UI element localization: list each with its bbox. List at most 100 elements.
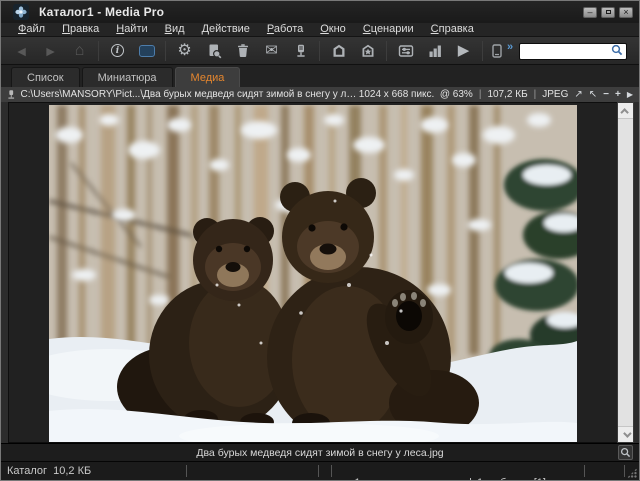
media-info: 1024 x 668 пикс. @ 63% | 107,2 КБ | JPEG… xyxy=(359,89,633,100)
histogram-button[interactable] xyxy=(420,39,449,63)
items-in-list: 1 элементов в списке xyxy=(354,477,464,481)
minimize-button[interactable]: – xyxy=(583,7,597,18)
menu-edit[interactable]: Правка xyxy=(62,23,99,36)
vertical-scrollbar[interactable] xyxy=(617,102,634,443)
caption-bar: Два бурых медведя сидят зимой в снегу у … xyxy=(1,443,639,461)
file-size: 107,2 КБ xyxy=(487,89,527,100)
catalog-size: Каталог 10,2 КБ xyxy=(7,465,91,477)
back-icon: ◄ xyxy=(15,44,29,58)
magnify-tool-button[interactable] xyxy=(618,445,633,460)
media-view-highlight xyxy=(139,45,155,57)
forward-icon: ► xyxy=(44,44,58,58)
resize-grip[interactable] xyxy=(627,468,637,478)
expand-view-button[interactable]: ↗ xyxy=(574,90,582,100)
app-icon xyxy=(13,4,29,20)
device-icon xyxy=(489,42,505,60)
tab-list[interactable]: Список xyxy=(11,67,80,87)
menu-help[interactable]: Справка xyxy=(431,23,474,36)
favorites-box-icon xyxy=(359,42,377,60)
chevrons-icon[interactable]: » xyxy=(507,41,513,53)
home-button[interactable]: ⌂ xyxy=(65,39,94,63)
photo-two-bears-in-snow[interactable] xyxy=(49,105,577,442)
maximize-icon xyxy=(606,10,611,14)
toolbar-separator xyxy=(98,41,99,61)
zoom-in-button[interactable]: + xyxy=(615,90,621,100)
status-separator xyxy=(318,465,319,477)
status-separator xyxy=(331,465,332,477)
slideshow-play-icon: ▶ xyxy=(458,43,470,58)
info-separator: | xyxy=(479,89,482,100)
toolbar-separator xyxy=(482,41,483,61)
menu-make[interactable]: Работа xyxy=(267,23,303,36)
menu-action[interactable]: Действие xyxy=(202,23,250,36)
file-path: C:\Users\MANSORY\Pict...\Два бурых медве… xyxy=(21,89,359,100)
print-button[interactable] xyxy=(286,39,315,63)
device-button[interactable] xyxy=(487,39,507,63)
photo-caption: Два бурых медведя сидят зимой в снегу у … xyxy=(1,447,639,459)
home-icon: ⌂ xyxy=(75,43,85,59)
print-icon xyxy=(292,42,310,60)
archive-box-icon xyxy=(330,42,348,60)
menu-find[interactable]: Найти xyxy=(116,23,147,36)
chevron-up-icon xyxy=(620,108,628,116)
menu-window[interactable]: Окно xyxy=(320,23,346,36)
maximize-button[interactable] xyxy=(601,7,615,18)
view-tab-bar: Список Миниатюра Медиа xyxy=(1,65,639,87)
zoom-out-button[interactable]: − xyxy=(603,90,609,100)
media-view-button[interactable] xyxy=(132,39,161,63)
tab-thumbnails[interactable]: Миниатюра xyxy=(82,67,173,87)
tab-media[interactable]: Медиа xyxy=(175,67,241,87)
document-preview-button[interactable] xyxy=(199,39,228,63)
menu-view[interactable]: Вид xyxy=(165,23,185,36)
menu-scripts[interactable]: Сценарии xyxy=(363,23,414,36)
items-selected: 1 выбрано [1] xyxy=(477,477,546,481)
search-box xyxy=(519,41,627,60)
window-title: Каталог1 - Media Pro xyxy=(39,5,164,19)
settings-button[interactable]: ⚙ xyxy=(170,39,199,63)
info-icon: i xyxy=(111,44,124,57)
status-separator xyxy=(186,465,187,477)
status-bar: Каталог 10,2 КБ 1 элементов в списке | 1 в… xyxy=(1,461,639,480)
slideshow-play-button[interactable]: ▶ xyxy=(449,39,478,63)
trash-icon xyxy=(234,42,252,60)
status-separator xyxy=(584,465,585,477)
mail-icon: ✉ xyxy=(265,43,278,58)
file-format: JPEG xyxy=(542,89,568,100)
toolbar-separator xyxy=(319,41,320,61)
path-bar: C:\Users\MANSORY\Pict...\Два бурых медве… xyxy=(1,87,639,102)
scroll-up-button[interactable] xyxy=(618,103,633,118)
fit-view-button[interactable]: ↖ xyxy=(589,90,597,100)
toolbar-separator xyxy=(386,41,387,61)
trash-button[interactable] xyxy=(228,39,257,63)
status-separator xyxy=(624,465,625,477)
status-pipe: | xyxy=(469,477,472,481)
back-button[interactable]: ◄ xyxy=(7,39,36,63)
gear-icon: ⚙ xyxy=(177,43,191,59)
adjustments-button[interactable] xyxy=(391,39,420,63)
media-canvas[interactable] xyxy=(8,102,617,443)
chevron-down-icon xyxy=(623,429,631,437)
next-media-button[interactable]: ▶ xyxy=(627,91,633,99)
info-separator: | xyxy=(534,89,537,100)
app-icon-glyph xyxy=(15,6,27,18)
scroll-down-button[interactable] xyxy=(618,427,633,442)
menu-file[interactable]: Файл xyxy=(18,23,45,36)
forward-button[interactable]: ► xyxy=(36,39,65,63)
close-button[interactable]: × xyxy=(619,7,633,18)
selection-status: 1 элементов в списке | 1 выбрано [1] xyxy=(336,465,546,481)
window-controls: – × xyxy=(583,7,633,18)
favorites-box-button[interactable] xyxy=(353,39,382,63)
toolbar: ◄ ► ⌂ i ⚙ ✉ xyxy=(1,37,639,65)
info-button[interactable]: i xyxy=(103,39,132,63)
histogram-icon xyxy=(426,42,444,60)
image-dimensions-zoom: 1024 x 668 пикс. @ 63% xyxy=(359,89,473,100)
scrollbar-thumb[interactable] xyxy=(618,118,633,427)
title-bar: Каталог1 - Media Pro – × xyxy=(1,1,639,23)
menu-bar: Файл Правка Найти Вид Действие Работа Ок… xyxy=(1,23,639,37)
toolbar-separator xyxy=(165,41,166,61)
mail-button[interactable]: ✉ xyxy=(257,39,286,63)
adjustments-icon xyxy=(397,42,415,60)
magnifier-icon xyxy=(620,447,631,458)
document-preview-icon xyxy=(205,42,223,60)
archive-box-button[interactable] xyxy=(324,39,353,63)
